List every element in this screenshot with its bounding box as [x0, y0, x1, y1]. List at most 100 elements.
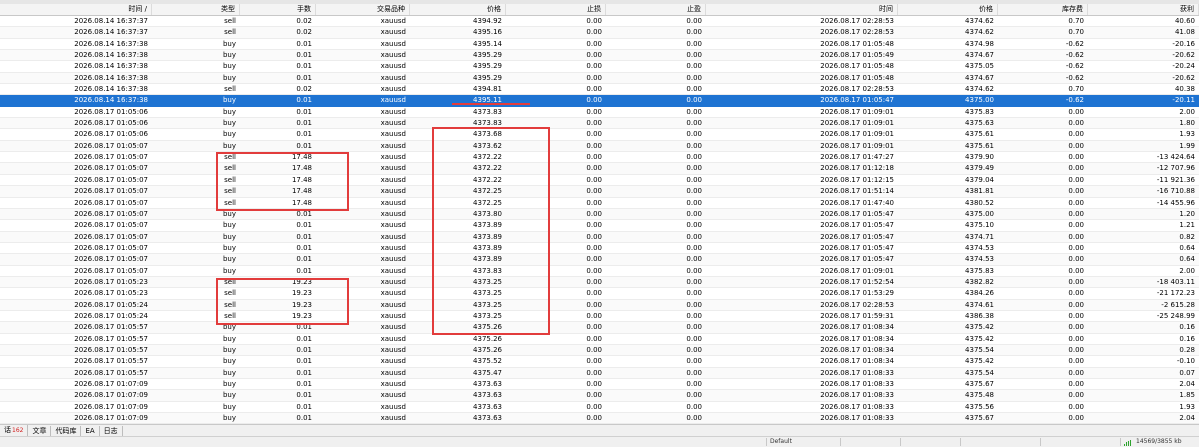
table-row[interactable]: 2026.08.17 01:05:06 buy 0.01 xauusd 4373.68 0… — [0, 129, 1199, 141]
table-row[interactable]: 2026.08.14 16:37:38 buy 0.01 xauusd 4395.29 0… — [0, 72, 1199, 85]
table-row[interactable]: 2026.08.17 01:05:57 buy 0.01 xauusd 4375.26 0… — [0, 322, 1199, 334]
cell-stop-loss: 0.00 — [586, 62, 602, 71]
table-header: 时间 / 类型 手数 交易品种 价格 止损 止盈 时间 价格 库存费 获利 — [0, 4, 1199, 16]
cell-open-price: 4375.26 — [473, 334, 502, 343]
table-row[interactable]: 2026.08.17 01:05:23 sell 19.23 xauusd 4373.2… — [0, 276, 1199, 289]
table-row[interactable]: 2026.08.17 01:07:09 buy 0.01 xauusd 4373.63 0… — [0, 379, 1199, 391]
table-row[interactable]: 2026.08.17 01:05:57 buy 0.01 xauusd 4375.52 0… — [0, 356, 1199, 368]
cell-close-time: 2026.08.17 01:05:48 — [820, 62, 894, 71]
cell-volume: 0.01 — [296, 62, 312, 71]
table-row[interactable]: 2026.08.17 01:05:07 sell 17.48 xauusd 4372.2… — [0, 152, 1199, 164]
cell-open-price: 4395.14 — [473, 39, 502, 48]
table-row[interactable]: 2026.08.17 01:05:57 buy 0.01 xauusd 4375.26 0… — [0, 334, 1199, 345]
cell-take-profit: 0.00 — [686, 357, 702, 366]
header-close-time[interactable]: 时间 — [706, 4, 898, 15]
cell-close-price: 4375.83 — [965, 107, 994, 116]
cell-close-price: 4380.52 — [965, 198, 994, 207]
table-row[interactable]: 2026.08.17 01:05:06 buy 0.01 xauusd 4373.83 0… — [0, 107, 1199, 119]
table-row[interactable]: 2026.08.14 16:37:37 sell 0.02 xauusd 4395.16… — [0, 27, 1199, 39]
header-stop-loss[interactable]: 止损 — [506, 4, 606, 15]
table-row[interactable]: 2026.08.17 01:05:24 sell 19.23 xauusd 4373.2… — [0, 299, 1199, 311]
table-row[interactable]: 2026.08.14 16:37:38 buy 0.01 xauusd 4395.14 0… — [0, 39, 1199, 51]
table-row[interactable]: 2026.08.17 01:05:07 buy 0.01 xauusd 4373.80 0… — [0, 208, 1199, 221]
cell-close-time: 2026.08.17 01:05:47 — [820, 209, 894, 218]
table-row[interactable]: 2026.08.17 01:05:07 buy 0.01 xauusd 4373.89 0… — [0, 220, 1199, 232]
header-symbol[interactable]: 交易品种 — [316, 4, 410, 15]
table-row[interactable]: 2026.08.14 16:37:38 buy 0.01 xauusd 4395.29 0… — [0, 50, 1199, 62]
table-row[interactable]: 2026.08.17 01:05:07 buy 0.01 xauusd 4373.89 0… — [0, 231, 1199, 243]
cell-profit: 2.00 — [1179, 107, 1195, 116]
header-take-profit[interactable]: 止盈 — [606, 4, 706, 15]
tab-journal[interactable]: 日志 — [100, 425, 123, 436]
table-row[interactable]: 2026.08.14 16:37:37 sell 0.02 xauusd 4394.92… — [0, 16, 1199, 28]
cell-profit: 2.04 — [1179, 414, 1195, 423]
cell-profit: 1.99 — [1179, 141, 1195, 150]
cell-swap: 0.00 — [1068, 130, 1084, 139]
cell-type: buy — [222, 119, 236, 128]
tab-code-base[interactable]: 代码库 — [51, 425, 82, 436]
header-close-price[interactable]: 价格 — [898, 4, 998, 15]
cell-profit: -14 455.96 — [1156, 198, 1195, 207]
cell-close-price: 4374.61 — [965, 300, 994, 309]
table-row[interactable]: 2026.08.17 01:05:07 sell 17.48 xauusd 4372.2… — [0, 163, 1199, 175]
table-row[interactable]: 2026.08.17 01:05:57 buy 0.01 xauusd 4375.47 0… — [0, 367, 1199, 379]
cell-symbol: xauusd — [380, 73, 406, 82]
table-row[interactable]: 2026.08.14 16:37:38 sell 0.02 xauusd 4394.81… — [0, 84, 1199, 96]
status-separator — [1040, 438, 1041, 446]
cell-volume: 0.01 — [296, 51, 312, 60]
cell-take-profit: 0.00 — [686, 391, 702, 400]
table-row[interactable]: 2026.08.17 01:07:09 buy 0.01 xauusd 4373.63 0… — [0, 402, 1199, 414]
cell-profit: -20.24 — [1172, 62, 1195, 71]
cell-close-price: 4375.61 — [965, 130, 994, 139]
cell-symbol: xauusd — [380, 414, 406, 423]
table-row[interactable]: 2026.08.17 01:05:24 sell 19.23 xauusd 4373.2… — [0, 311, 1199, 323]
table-row[interactable]: 2026.08.17 01:05:07 sell 17.48 xauusd 4372.2… — [0, 198, 1199, 209]
cell-profit: 2.00 — [1179, 266, 1195, 275]
table-row[interactable]: 2026.08.17 01:05:07 buy 0.01 xauusd 4373.89 0… — [0, 243, 1199, 255]
table-row[interactable]: 2026.08.17 01:07:09 buy 0.01 xauusd 4373.63 0… — [0, 413, 1199, 425]
cell-close-time: 2026.08.17 01:08:33 — [820, 380, 894, 388]
cell-close-price: 4382.82 — [965, 277, 994, 286]
cell-close-price: 4375.61 — [965, 141, 994, 150]
cell-close-time: 2026.08.17 01:09:01 — [820, 266, 894, 275]
cell-volume: 0.02 — [296, 85, 312, 94]
cell-take-profit: 0.00 — [686, 243, 702, 252]
cell-take-profit: 0.00 — [686, 17, 702, 25]
tab-messages[interactable]: 话162 — [0, 425, 29, 436]
cell-take-profit: 0.00 — [686, 345, 702, 354]
cell-type: buy — [222, 345, 236, 354]
header-open-price[interactable]: 价格 — [410, 4, 506, 15]
cell-swap: -0.62 — [1065, 73, 1084, 82]
table-row[interactable]: 2026.08.14 16:37:38 buy 0.01 xauusd 4395.29 0… — [0, 61, 1199, 73]
table-row[interactable]: 2026.08.17 01:05:07 sell 17.48 xauusd 4372.2… — [0, 175, 1199, 187]
cell-swap: 0.00 — [1068, 345, 1084, 354]
header-volume[interactable]: 手数 — [240, 4, 316, 15]
tab-experts[interactable]: EA — [81, 425, 100, 436]
cell-take-profit: 0.00 — [686, 164, 702, 173]
cell-close-time: 2026.08.17 01:05:47 — [820, 221, 894, 230]
cell-swap: -0.62 — [1065, 96, 1084, 105]
table-row[interactable]: 2026.08.17 01:05:07 buy 0.01 xauusd 4373.83 0… — [0, 266, 1199, 277]
cell-swap: 0.00 — [1068, 357, 1084, 366]
table-row[interactable]: 2026.08.17 01:05:07 sell 17.48 xauusd 4372.2… — [0, 186, 1199, 198]
table-row-selected[interactable]: 2026.08.14 16:37:38 buy 0.01 xauusd 4395.11 0… — [0, 95, 1199, 107]
table-row[interactable]: 2026.08.17 01:05:06 buy 0.01 xauusd 4373.83 0… — [0, 118, 1199, 130]
table-row[interactable]: 2026.08.17 01:05:57 buy 0.01 xauusd 4375.26 0… — [0, 344, 1199, 357]
cell-profit: -12 707.96 — [1156, 164, 1195, 173]
cell-profit: 0.16 — [1179, 323, 1195, 332]
header-profit[interactable]: 获利 — [1088, 4, 1199, 15]
tab-articles[interactable]: 文章 — [28, 425, 52, 436]
cell-volume: 0.01 — [296, 334, 312, 343]
table-row[interactable]: 2026.08.17 01:05:23 sell 19.23 xauusd 4373.2… — [0, 288, 1199, 300]
status-separator — [1120, 438, 1121, 446]
table-row[interactable]: 2026.08.17 01:05:07 buy 0.01 xauusd 4373.89 0… — [0, 254, 1199, 266]
cell-take-profit: 0.00 — [686, 198, 702, 207]
header-type[interactable]: 类型 — [152, 4, 240, 15]
table-row[interactable]: 2026.08.17 01:05:07 buy 0.01 xauusd 4373.62 0… — [0, 140, 1199, 153]
cell-profit: 1.80 — [1179, 119, 1195, 128]
cell-stop-loss: 0.00 — [586, 357, 602, 366]
cell-close-time: 2026.08.17 01:09:01 — [820, 130, 894, 139]
header-swap[interactable]: 库存费 — [998, 4, 1088, 15]
table-row[interactable]: 2026.08.17 01:07:09 buy 0.01 xauusd 4373.63 0… — [0, 390, 1199, 402]
header-open-time[interactable]: 时间 / — [0, 4, 152, 15]
